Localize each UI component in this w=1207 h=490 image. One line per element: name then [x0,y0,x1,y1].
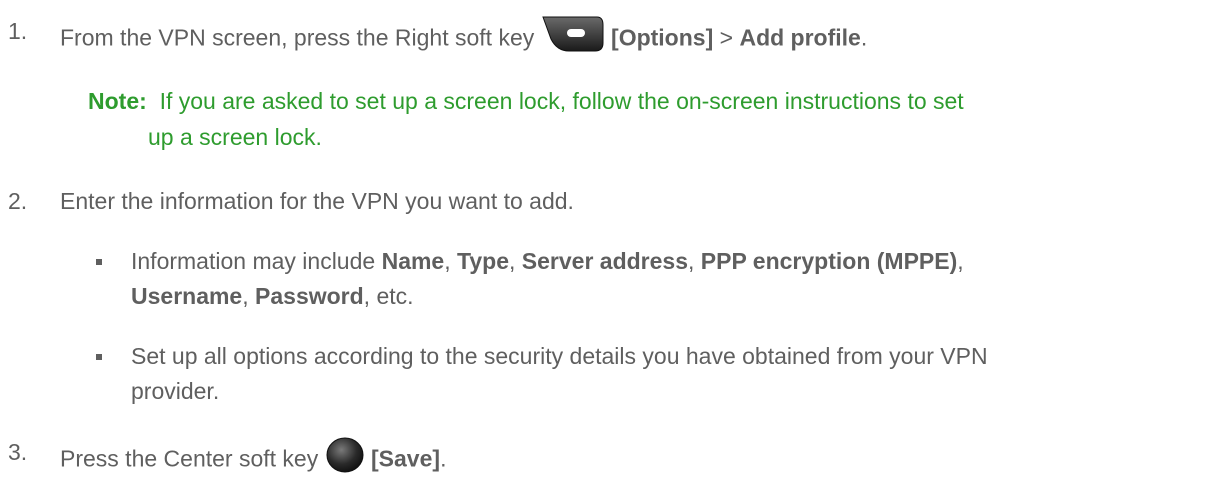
step-1-text: From the VPN screen, press the Right sof… [60,16,867,63]
note-line-2: up a screen lock. [148,124,322,150]
username-label: Username [131,283,243,309]
step-1-post: . [860,24,868,51]
step-1-number: 1. [8,18,28,44]
right-soft-key-icon [541,13,605,60]
options-label: [Options] [611,24,714,51]
document-page: 1. From the VPN screen, press the Right … [0,0,1207,490]
step-1-mid: > [713,24,740,51]
step-2-text: Enter the information for the VPN you wa… [60,188,574,214]
add-profile-label: Add profile [739,24,861,51]
note-text-1: If you are asked to set up a screen lock… [159,88,964,114]
step-3-number: 3. [8,439,28,465]
center-soft-key-icon [325,434,365,481]
bullet-marker [96,259,102,265]
bullet-marker [96,354,102,360]
name-field-label: Name [381,248,445,274]
step-1-pre: From the VPN screen, press the Right sof… [60,24,541,51]
password-label: Password [255,283,364,309]
step-2-number: 2. [8,188,28,214]
bullet-1-line-2: Username, Password, etc. [131,283,414,309]
type-field-label: Type [457,248,509,274]
step-3-text: Press the Center soft key [Save]. [60,437,446,484]
note-label: Note: [88,88,147,114]
step-3-pre: Press the Center soft key [60,445,325,472]
step-3-post: . [440,445,447,472]
bullet-2-line-1: Set up all options according to the secu… [131,343,988,369]
bullet-2-line-2: provider. [131,378,220,404]
server-address-label: Server address [521,248,689,274]
ppp-encryption-label: PPP encryption (MPPE) [700,248,958,274]
bullet-1-line-1: Information may include Name, Type, Serv… [131,248,964,274]
save-label: [Save] [371,445,441,472]
note-line-1: Note: If you are asked to set up a scree… [88,86,964,116]
